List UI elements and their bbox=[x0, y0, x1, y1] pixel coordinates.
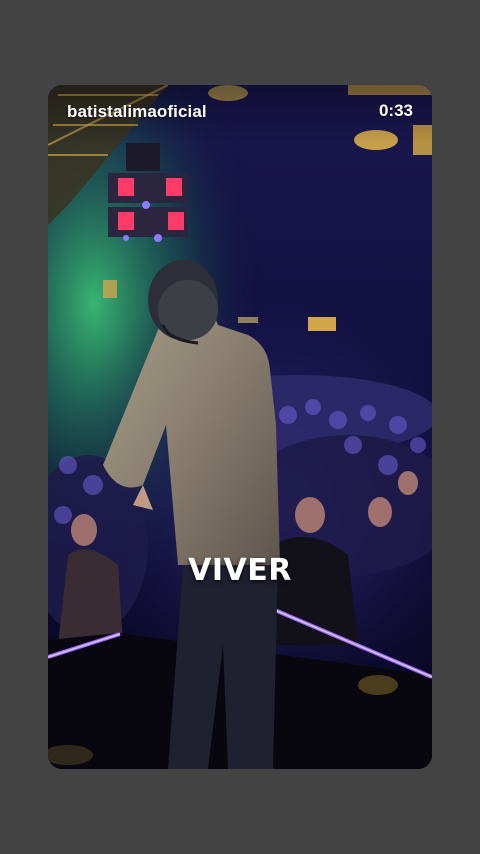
concert-video-frame bbox=[48, 85, 432, 769]
video-caption: VIVER bbox=[188, 553, 292, 588]
account-username[interactable]: batistalimaoficial bbox=[67, 102, 207, 122]
story-header: batistalimaoficial 0:33 bbox=[48, 85, 432, 145]
video-player[interactable]: batistalimaoficial 0:33 VIVER bbox=[48, 85, 432, 769]
video-timer: 0:33 bbox=[378, 101, 413, 120]
